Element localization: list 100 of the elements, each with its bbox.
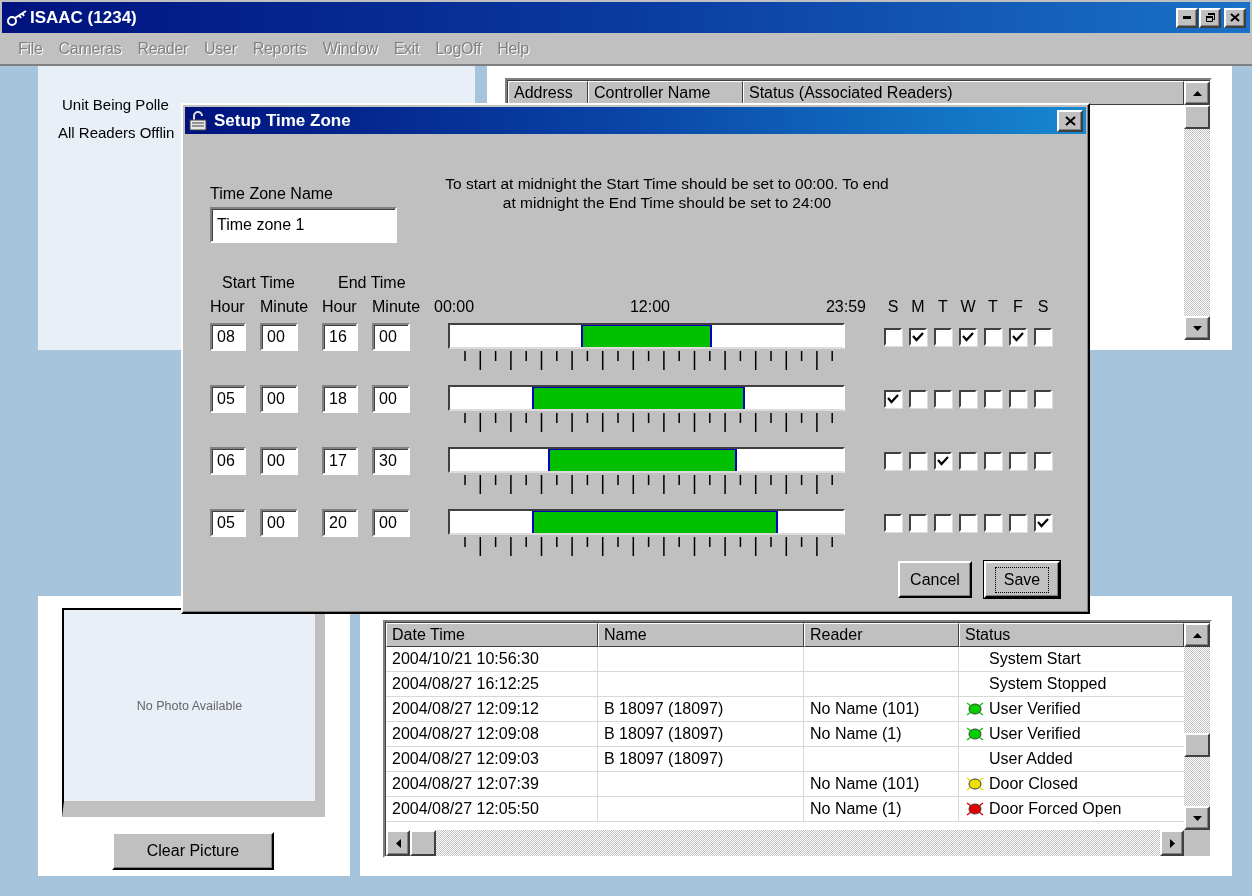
start-time-field[interactable]: 06 <box>210 447 246 475</box>
checkbox[interactable] <box>884 514 902 532</box>
right-arrow-icon <box>1169 838 1175 848</box>
scroll-down-button[interactable] <box>1184 806 1210 830</box>
column-label: Minute <box>260 298 310 316</box>
column-label: Hour <box>322 298 358 316</box>
start-time-field[interactable]: 00 <box>260 385 298 413</box>
checkbox[interactable] <box>909 328 927 346</box>
checkbox[interactable] <box>959 452 977 470</box>
column-header[interactable]: Reader <box>804 623 959 647</box>
column-header[interactable]: Status <box>959 623 1184 647</box>
table-cell-text: B 18097 (18097) <box>604 699 724 719</box>
check-icon <box>912 332 924 342</box>
column-header[interactable]: Name <box>598 623 804 647</box>
table-cell-text: B 18097 (18097) <box>604 749 724 769</box>
start-time-field[interactable]: 08 <box>210 323 246 351</box>
checkbox[interactable] <box>884 452 902 470</box>
close-button[interactable] <box>1224 7 1246 28</box>
end-time-field[interactable]: 17 <box>322 447 358 475</box>
checkbox[interactable] <box>1034 328 1052 346</box>
column-label: Start Time <box>221 274 296 292</box>
dialog-button[interactable]: Cancel <box>898 561 972 598</box>
checkbox[interactable] <box>934 390 952 408</box>
minimize-button[interactable] <box>1176 7 1198 28</box>
clear-picture-button[interactable]: Clear Picture <box>112 832 274 870</box>
column-header[interactable]: Address <box>508 81 588 105</box>
checkbox[interactable] <box>934 328 952 346</box>
start-time-field[interactable]: 00 <box>260 509 298 537</box>
scroll-thumb[interactable] <box>1184 105 1210 129</box>
column-label: Hour <box>210 298 246 316</box>
table-cell-text: User Added <box>989 749 1073 769</box>
checkbox[interactable] <box>1009 390 1027 408</box>
checkbox[interactable] <box>1034 390 1052 408</box>
checkbox[interactable] <box>1009 452 1027 470</box>
restore-button[interactable] <box>1199 7 1221 28</box>
column-header[interactable]: Controller Name <box>588 81 743 105</box>
dialog-button[interactable]: Save <box>984 561 1060 598</box>
time-zone-name-field[interactable]: Time zone 1 <box>210 207 397 243</box>
checkbox[interactable] <box>984 514 1002 532</box>
table-cell-text: No Name (101) <box>810 774 920 794</box>
end-time-field[interactable]: 00 <box>372 323 410 351</box>
close-icon <box>1064 115 1076 126</box>
start-time-field[interactable]: 05 <box>210 385 246 413</box>
close-icon <box>1230 13 1240 22</box>
checkbox[interactable] <box>934 514 952 532</box>
scroll-up-button[interactable] <box>1184 81 1210 105</box>
checkbox[interactable] <box>959 390 977 408</box>
checkbox[interactable] <box>1009 328 1027 346</box>
end-time-field[interactable]: 30 <box>372 447 410 475</box>
table-cell-text: System Start <box>989 649 1081 669</box>
checkbox[interactable] <box>934 452 952 470</box>
window-title: ISAAC (1234) <box>30 7 137 28</box>
checkbox[interactable] <box>959 328 977 346</box>
scroll-right-button[interactable] <box>1160 830 1184 856</box>
column-header[interactable]: Date Time <box>386 623 598 647</box>
check-icon <box>1037 518 1049 528</box>
down-arrow-icon <box>1192 815 1202 821</box>
instructions-text: To start at midnight the Start Time should be set to 00:00. To end at midnight the End Time should be set to 24:00 <box>444 174 890 213</box>
dialog-title: Setup Time Zone <box>214 110 351 131</box>
end-time-field[interactable]: 00 <box>372 509 410 537</box>
day-label: W <box>959 298 977 316</box>
restore-icon <box>1204 12 1216 23</box>
checkbox[interactable] <box>984 452 1002 470</box>
checkbox[interactable] <box>909 452 927 470</box>
end-time-field[interactable]: 00 <box>372 385 410 413</box>
end-time-field[interactable]: 18 <box>322 385 358 413</box>
check-icon <box>887 394 899 404</box>
left-arrow-icon <box>395 838 401 848</box>
scroll-left-button[interactable] <box>386 830 410 856</box>
table-cell-text: Door Forced Open <box>989 799 1122 819</box>
check-icon <box>1012 332 1024 342</box>
checkbox[interactable] <box>984 390 1002 408</box>
start-time-field[interactable]: 00 <box>260 323 298 351</box>
checkbox[interactable] <box>909 390 927 408</box>
start-time-field[interactable]: 00 <box>260 447 298 475</box>
end-time-field[interactable]: 20 <box>322 509 358 537</box>
scroll-thumb[interactable] <box>1184 733 1210 757</box>
day-label: S <box>1036 298 1050 316</box>
down-arrow-icon <box>1192 325 1202 331</box>
checkbox[interactable] <box>1034 514 1052 532</box>
start-time-field[interactable]: 05 <box>210 509 246 537</box>
checkbox[interactable] <box>884 390 902 408</box>
scroll-thumb[interactable] <box>410 830 436 856</box>
close-button[interactable] <box>1057 109 1083 132</box>
checkbox[interactable] <box>884 328 902 346</box>
checkbox[interactable] <box>1034 452 1052 470</box>
scale-label: 12:00 <box>629 298 670 316</box>
checkbox[interactable] <box>909 514 927 532</box>
checkbox[interactable] <box>1009 514 1027 532</box>
check-icon <box>937 456 949 466</box>
column-header[interactable]: Status (Associated Readers) <box>743 81 1184 105</box>
checkbox[interactable] <box>959 514 977 532</box>
scale-label: 00:00 <box>434 298 475 316</box>
table-cell-text: User Verified <box>989 699 1081 719</box>
table-cell-text: 2004/08/27 12:07:39 <box>392 774 539 794</box>
scroll-down-button[interactable] <box>1184 316 1210 340</box>
scroll-up-button[interactable] <box>1184 623 1210 647</box>
end-time-field[interactable]: 16 <box>322 323 358 351</box>
table-cell-text: No Name (101) <box>810 699 920 719</box>
checkbox[interactable] <box>984 328 1002 346</box>
